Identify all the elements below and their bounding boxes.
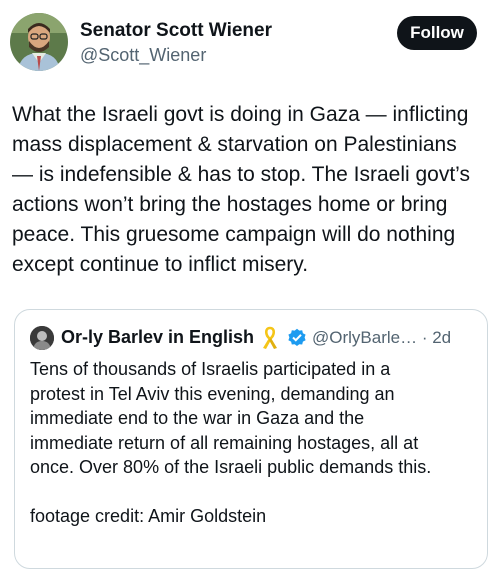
verified-badge-icon (287, 328, 307, 353)
quoted-line: Tens of thousands of Israelis participat… (30, 359, 391, 379)
tweet-line: mass displacement & starvation on Palest… (12, 133, 457, 156)
author-name[interactable]: Senator Scott Wiener (80, 20, 272, 42)
footage-credit: footage credit: Amir Goldstein (30, 506, 267, 526)
quoted-tweet[interactable]: Or-ly Barlev in English @OrlyBarle… · 2d… (14, 309, 488, 569)
tweet-text: What the Israeli govt is doing in Gaza —… (12, 100, 490, 280)
tweet-line: actions won’t bring the hostages home or… (12, 193, 448, 216)
quoted-line: protest in Tel Aviv this evening, demand… (30, 383, 395, 404)
tweet-line: — is indefensible & has to stop. The Isr… (12, 163, 470, 186)
yellow-ribbon-icon (261, 326, 279, 355)
tweet-header: Senator Scott Wiener @Scott_Wiener Follo… (0, 0, 500, 80)
quoted-line: immediate return of all remaining hostag… (30, 432, 419, 453)
author-avatar[interactable] (10, 13, 68, 71)
quoted-line: immediate end to the war in Gaza and the (30, 408, 365, 428)
tweet-line: peace. This gruesome campaign will do no… (12, 223, 456, 246)
tweet-line: except continue to inflict misery. (12, 253, 309, 276)
follow-button[interactable]: Follow (397, 16, 477, 50)
quoted-handle-time[interactable]: @OrlyBarle… · 2d (312, 328, 451, 348)
quoted-author-avatar[interactable] (30, 326, 54, 350)
tweet-line: What the Israeli govt is doing in Gaza —… (12, 103, 469, 126)
quoted-text: Tens of thousands of Israelis participat… (30, 357, 480, 480)
author-handle[interactable]: @Scott_Wiener (80, 45, 206, 66)
quoted-author-name[interactable]: Or-ly Barlev in English (61, 327, 254, 348)
quoted-line: once. Over 80% of the Israeli public dem… (30, 457, 432, 477)
